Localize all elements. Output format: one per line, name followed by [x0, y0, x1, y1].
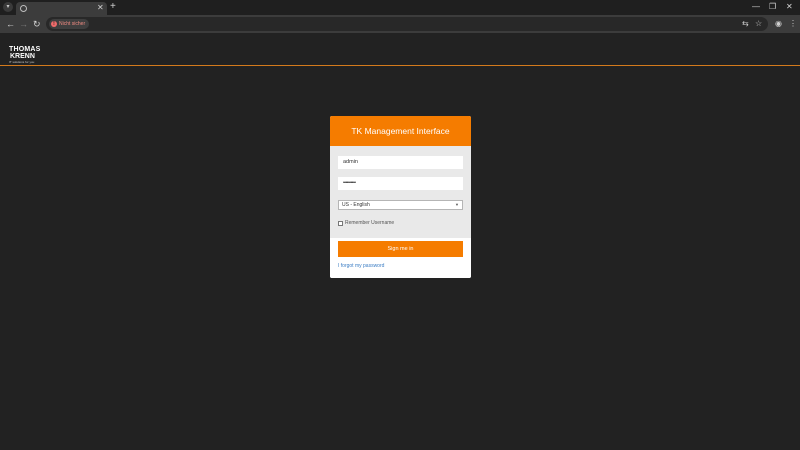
login-card: TK Management Interface admin ••••••••••… — [330, 116, 471, 278]
login-title: TK Management Interface — [351, 126, 450, 136]
globe-icon — [20, 5, 27, 12]
chevron-down-icon: ▾ — [6, 4, 10, 10]
remember-username[interactable]: Remember Username — [338, 220, 394, 226]
login-card-header: TK Management Interface — [330, 116, 471, 146]
security-chip[interactable]: ! Nicht sicher — [49, 19, 90, 29]
thomas-krenn-logo[interactable]: THOMAS KRENN IT solutions for you — [9, 46, 41, 64]
translate-icon[interactable]: ⇆ — [742, 19, 749, 29]
browser-tabstrip: ▾ ✕ + — ❐ ✕ — [0, 0, 800, 15]
profile-icon[interactable]: ◉ — [775, 19, 782, 29]
sign-in-button[interactable]: Sign me in — [338, 241, 463, 257]
forward-button[interactable]: → — [19, 18, 28, 30]
minimize-button[interactable]: — — [752, 1, 760, 13]
chevron-down-icon: ▼ — [455, 202, 459, 207]
browser-menu-icon[interactable]: ⋮ — [789, 19, 797, 29]
password-field[interactable]: •••••••••• — [338, 177, 463, 190]
forgot-password-link[interactable]: I forgot my password — [338, 263, 384, 269]
remember-label: Remember Username — [345, 220, 395, 226]
remember-checkbox[interactable] — [338, 220, 343, 226]
bookmark-star-icon[interactable]: ☆ — [755, 19, 762, 29]
username-field[interactable]: admin — [338, 156, 463, 169]
logo-line2: KRENN — [10, 53, 35, 60]
language-selected-value: US - English — [342, 202, 370, 208]
warning-icon: ! — [51, 21, 57, 27]
security-label: Nicht sicher — [59, 21, 86, 27]
window-close-button[interactable]: ✕ — [786, 1, 793, 13]
browser-tab[interactable]: ✕ — [16, 2, 107, 15]
tab-close-icon[interactable]: ✕ — [97, 3, 104, 13]
browser-toolbar: ← → ↻ ! Nicht sicher ⇆ ☆ ◉ ⋮ — [0, 15, 800, 33]
logo-line1: THOMAS — [9, 46, 41, 53]
language-select[interactable]: US - English ▼ — [338, 200, 463, 210]
logo-tagline: IT solutions for you — [9, 60, 35, 64]
site-header: THOMAS KRENN IT solutions for you — [0, 33, 800, 66]
reload-button[interactable]: ↻ — [33, 18, 41, 30]
address-bar[interactable]: ! Nicht sicher — [46, 17, 768, 31]
tab-search-button[interactable]: ▾ — [3, 2, 13, 12]
back-button[interactable]: ← — [6, 18, 15, 30]
restore-button[interactable]: ❐ — [769, 1, 776, 13]
new-tab-button[interactable]: + — [110, 1, 116, 13]
login-card-footer: Sign me in I forgot my password — [330, 238, 471, 278]
